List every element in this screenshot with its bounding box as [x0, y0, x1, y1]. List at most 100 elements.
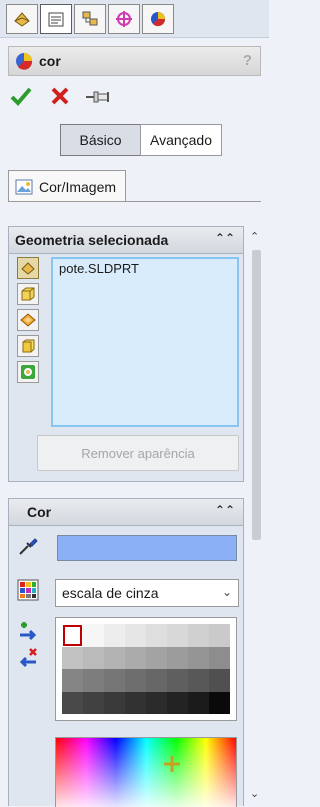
swatch[interactable]: [146, 691, 167, 714]
swatch[interactable]: [167, 624, 188, 647]
collapse-icon[interactable]: ⌃⌃: [215, 503, 235, 517]
face-icon: [22, 339, 35, 353]
swatch[interactable]: [209, 691, 230, 714]
select-body-button[interactable]: [17, 283, 39, 305]
swatch[interactable]: [188, 624, 209, 647]
swatch[interactable]: [146, 669, 167, 692]
swatch[interactable]: [104, 669, 125, 692]
vertical-scrollbar[interactable]: ⌃ ⌄: [248, 228, 265, 806]
part-icon: [21, 262, 35, 275]
filter-icon: [21, 365, 35, 379]
swatch[interactable]: [188, 646, 209, 669]
swatch-grid[interactable]: [55, 617, 237, 721]
scroll-up-icon[interactable]: ⌃: [250, 230, 259, 243]
swatch[interactable]: [62, 646, 83, 669]
chevron-down-icon: ⌄: [221, 585, 232, 599]
ok-button[interactable]: [10, 86, 34, 108]
add-swatch-button[interactable]: [17, 621, 41, 645]
dimxpert-icon: [116, 11, 132, 27]
pushpin-icon: [86, 91, 109, 103]
palette-select[interactable]: escala de cinza ⌄: [55, 579, 239, 607]
geometry-listbox[interactable]: pote.SLDPRT: [51, 257, 239, 427]
filter-selection-button[interactable]: [17, 361, 39, 383]
remove-appearance-button[interactable]: Remover aparência: [37, 435, 239, 471]
crosshair-icon: [164, 756, 180, 772]
image-icon: [15, 179, 33, 194]
swatch[interactable]: [125, 691, 146, 714]
swatch[interactable]: [146, 646, 167, 669]
collapse-icon[interactable]: ⌃⌃: [215, 231, 235, 245]
remove-swatch-button[interactable]: [17, 647, 41, 671]
group-header[interactable]: Cor ⌃⌃: [9, 499, 243, 526]
group-title: Geometria selecionada: [15, 232, 169, 248]
tab-label: Cor/Imagem: [39, 178, 117, 195]
swatch[interactable]: [209, 669, 230, 692]
swatch[interactable]: [104, 646, 125, 669]
swatch[interactable]: [104, 691, 125, 714]
palette-select-value: escala de cinza: [62, 585, 159, 601]
color-group: Cor ⌃⌃ escala de cinza ⌄: [8, 498, 244, 807]
color-spectrum[interactable]: [55, 737, 237, 807]
scroll-down-icon[interactable]: ⌄: [250, 787, 259, 800]
color-palette-button[interactable]: [17, 579, 43, 605]
palette-grid-icon: [17, 579, 39, 601]
swatch[interactable]: [83, 646, 104, 669]
display-manager-tab[interactable]: [142, 4, 174, 34]
color-swatch[interactable]: [57, 535, 237, 561]
add-swatch-icon: [20, 622, 37, 641]
swatch[interactable]: [167, 669, 188, 692]
dimxpert-tab[interactable]: [108, 4, 140, 34]
help-icon[interactable]: ?: [243, 52, 252, 69]
swatch[interactable]: [209, 624, 230, 647]
tab-divider: [8, 201, 261, 202]
cancel-button[interactable]: [50, 86, 72, 108]
swatch[interactable]: [167, 691, 188, 714]
swatch[interactable]: [188, 691, 209, 714]
swatch[interactable]: [209, 646, 230, 669]
swatch[interactable]: [62, 669, 83, 692]
swatch[interactable]: [62, 691, 83, 714]
swatch-selected[interactable]: [62, 624, 83, 647]
list-item[interactable]: pote.SLDPRT: [53, 259, 237, 278]
property-tab-bar: [0, 0, 269, 38]
panel-title: cor: [39, 53, 61, 69]
swatch[interactable]: [83, 691, 104, 714]
swatch[interactable]: [125, 669, 146, 692]
group-header[interactable]: Geometria selecionada ⌃⌃: [9, 227, 243, 254]
close-icon: [51, 87, 69, 105]
eyedropper-icon: [19, 538, 38, 555]
feature-icon: [20, 313, 36, 327]
scrollbar-thumb[interactable]: [252, 250, 261, 540]
select-face-button[interactable]: [17, 335, 39, 357]
swatch[interactable]: [167, 646, 188, 669]
keep-visible-button[interactable]: [84, 88, 112, 106]
swatch[interactable]: [188, 669, 209, 692]
advanced-mode-button[interactable]: Avançado: [140, 124, 222, 156]
swatch[interactable]: [146, 624, 167, 647]
panel-title-bar: cor ?: [8, 46, 261, 76]
display-manager-icon: [151, 12, 166, 27]
swatch[interactable]: [83, 669, 104, 692]
property-manager-icon: [48, 12, 64, 27]
select-feature-button[interactable]: [17, 309, 39, 331]
select-part-button[interactable]: [17, 257, 39, 279]
checkmark-icon: [10, 87, 32, 106]
feature-manager-tab[interactable]: [6, 4, 38, 34]
basic-mode-button[interactable]: Básico: [60, 124, 141, 156]
swatch[interactable]: [104, 624, 125, 647]
group-title: Cor: [27, 504, 52, 520]
property-manager-tab[interactable]: [40, 4, 72, 34]
tab-color-image[interactable]: Cor/Imagem: [8, 170, 126, 202]
swatch[interactable]: [125, 646, 146, 669]
configuration-manager-tab[interactable]: [74, 4, 106, 34]
eyedropper-button[interactable]: [17, 535, 41, 559]
body-icon: [21, 287, 35, 301]
selected-geometry-group: Geometria selecionada ⌃⌃ pote.SLDPRT Rem…: [8, 226, 244, 482]
configuration-manager-icon: [82, 11, 98, 26]
swatch-cells: [62, 624, 230, 714]
remove-swatch-icon: [19, 648, 37, 668]
feature-manager-icon: [14, 12, 30, 27]
appearance-ball-icon: [16, 53, 33, 70]
swatch[interactable]: [125, 624, 146, 647]
swatch[interactable]: [83, 624, 104, 647]
